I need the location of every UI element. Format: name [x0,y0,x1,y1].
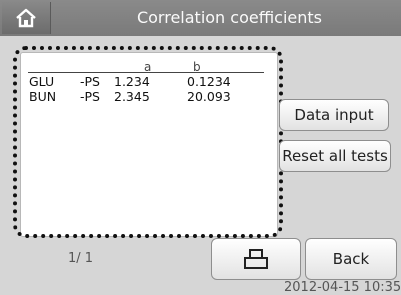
back-button[interactable]: Back [305,238,397,280]
data-input-button[interactable]: Data input [279,99,389,131]
coefficient-a: 2.345 [114,89,150,104]
test-suffix: -PS [80,74,100,89]
coefficient-b: 20.093 [187,89,231,104]
coefficient-a: 1.234 [114,74,150,89]
home-button[interactable] [2,2,51,34]
page-title: Correlation coefficients [136,8,323,27]
home-icon [16,8,36,28]
header-divider [28,72,264,73]
title-bar: Correlation coefficients [0,0,401,36]
test-name: GLU [29,74,55,89]
reset-all-tests-button[interactable]: Reset all tests [279,140,391,172]
print-button[interactable] [211,238,301,280]
test-suffix: -PS [80,89,100,104]
printer-icon [244,249,268,269]
coefficient-b: 0.1234 [187,74,231,89]
page-indicator: 1/ 1 [68,251,94,266]
test-name: BUN [29,89,57,104]
